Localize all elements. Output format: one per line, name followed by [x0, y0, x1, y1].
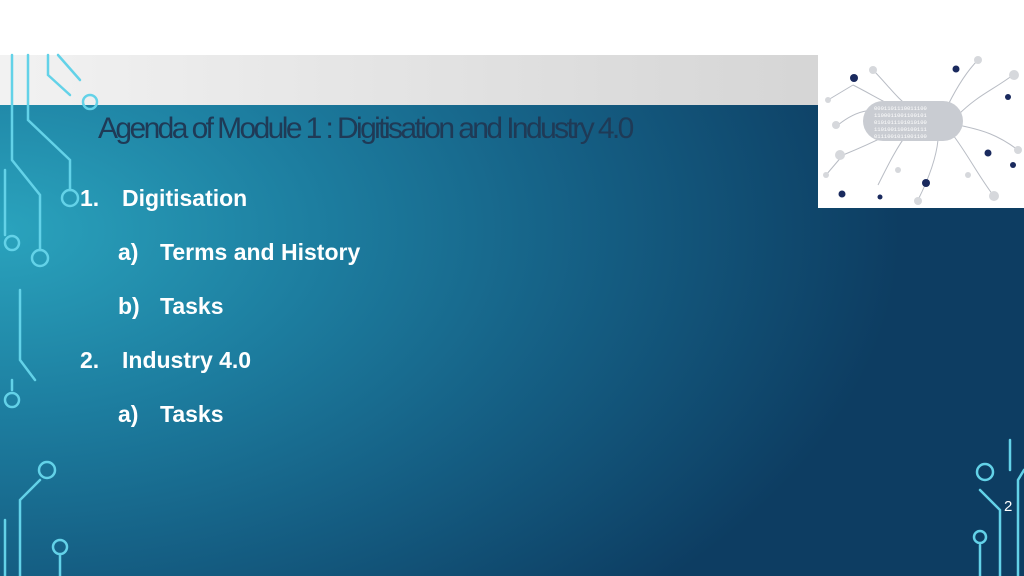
agenda-text: Digitisation	[122, 185, 248, 211]
agenda-marker: a)	[118, 239, 139, 265]
agenda-text: Tasks	[160, 293, 224, 319]
agenda-text: Terms and History	[160, 239, 361, 265]
agenda-marker: 1.	[80, 185, 100, 211]
agenda-item: 2. Industry 4.0	[80, 347, 251, 374]
page-number: 2	[1004, 498, 1013, 515]
agenda-text: Tasks	[160, 401, 224, 427]
agenda-subitem: b) Tasks	[118, 293, 224, 320]
agenda-marker: 2.	[80, 347, 100, 373]
binary-line: 0001101110011100	[874, 105, 927, 112]
binary-line: 0101011101010100	[874, 119, 927, 126]
agenda-marker: b)	[118, 293, 140, 319]
agenda-subitem: a) Terms and History	[118, 239, 360, 266]
slide: Agenda of Module 1 : Digitisation and In…	[0, 0, 1024, 576]
agenda-marker: a)	[118, 401, 139, 427]
agenda-text: Industry 4.0	[122, 347, 252, 373]
binary-tree-icon: 0001101110011100 1100011001100101 010101…	[818, 55, 1024, 208]
binary-line: 1100011001100101	[874, 112, 928, 119]
binary-line: 0111001011001100	[874, 133, 927, 140]
binary-line: 1101001100100111	[874, 126, 928, 133]
agenda-subitem: a) Tasks	[118, 401, 224, 428]
agenda-item: 1. Digitisation	[80, 185, 247, 212]
slide-title: Agenda of Module 1 : Digitisation and In…	[98, 112, 634, 145]
digital-tree-image: 0001101110011100 1100011001100101 010101…	[818, 55, 1024, 208]
